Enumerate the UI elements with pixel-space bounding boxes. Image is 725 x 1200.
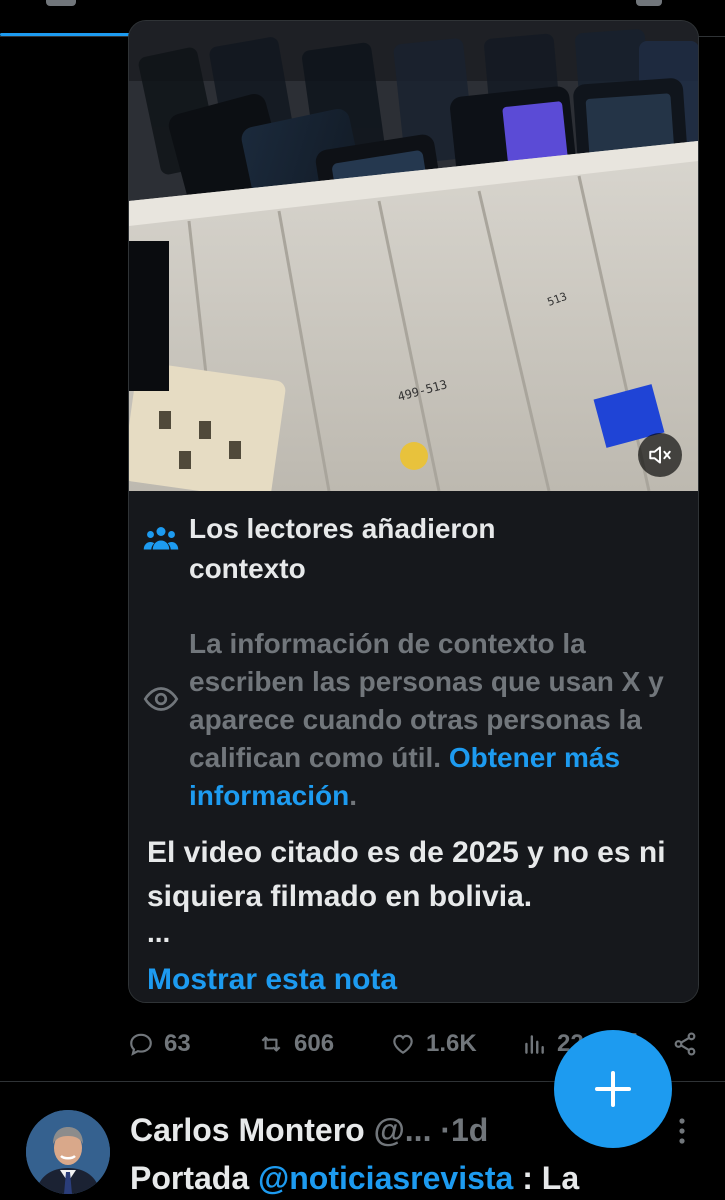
- views-chart-icon: [525, 1035, 544, 1054]
- repost-icon: [261, 1036, 281, 1052]
- speaker-muted-icon: [649, 446, 671, 464]
- repost-count: 606: [294, 1030, 335, 1057]
- author-name[interactable]: Carlos Montero: [130, 1112, 365, 1148]
- reply-count: 63: [164, 1030, 191, 1057]
- author-handle[interactable]: @...: [374, 1112, 432, 1148]
- community-note-title: Los lectores añadieron contexto: [189, 513, 496, 584]
- eye-icon: [143, 687, 179, 711]
- post-text-suffix: : La: [522, 1160, 580, 1196]
- compose-button[interactable]: [554, 1030, 672, 1148]
- quoted-post-card[interactable]: 499-513 513 Los lectores añadieron conte…: [128, 20, 699, 1003]
- more-dots-icon: [679, 1118, 685, 1144]
- avatar-image: [26, 1110, 110, 1194]
- reply-button[interactable]: 63: [128, 1022, 191, 1066]
- tab-icon-fragment: [636, 0, 662, 6]
- next-post-text: Portada @noticiasrevista : La: [130, 1156, 579, 1200]
- note-ellipsis: ...: [147, 917, 171, 948]
- compose-plus-icon: [595, 1071, 631, 1107]
- video-player[interactable]: 499-513 513: [129, 21, 698, 491]
- tab-icon-fragment: [46, 0, 76, 6]
- post-text-prefix: Portada: [130, 1160, 250, 1196]
- like-count: 1.6K: [426, 1030, 477, 1057]
- like-button[interactable]: 1.6K: [390, 1022, 477, 1066]
- share-button[interactable]: [672, 1022, 708, 1066]
- show-note-button[interactable]: Mostrar esta nota: [147, 963, 397, 997]
- mention-link[interactable]: @noticiasrevista: [258, 1160, 513, 1196]
- reply-icon: [130, 1033, 152, 1056]
- avatar[interactable]: [26, 1110, 110, 1194]
- more-options-button[interactable]: [668, 1114, 696, 1148]
- community-note: Los lectores añadieron contexto La infor…: [129, 491, 698, 1002]
- next-post-header: Carlos Montero @... ·1d: [130, 1108, 488, 1152]
- community-note-info: La información de contexto la escriben l…: [143, 625, 698, 815]
- video-frame: 499-513 513: [129, 21, 698, 491]
- share-icon: [674, 1032, 696, 1056]
- repost-button[interactable]: 606: [258, 1022, 334, 1066]
- heart-icon: [393, 1034, 413, 1054]
- period-text: .: [349, 780, 358, 811]
- post-time[interactable]: 1d: [451, 1112, 488, 1148]
- community-people-icon: [143, 527, 179, 550]
- mute-toggle-button[interactable]: [638, 433, 682, 477]
- post-separator: ·: [440, 1112, 451, 1148]
- community-note-body: El video citado es de 2025 y no es ni si…: [147, 836, 666, 913]
- community-note-header: Los lectores añadieron contexto: [143, 509, 609, 589]
- community-note-info-text: La información de contexto la escriben l…: [189, 625, 698, 815]
